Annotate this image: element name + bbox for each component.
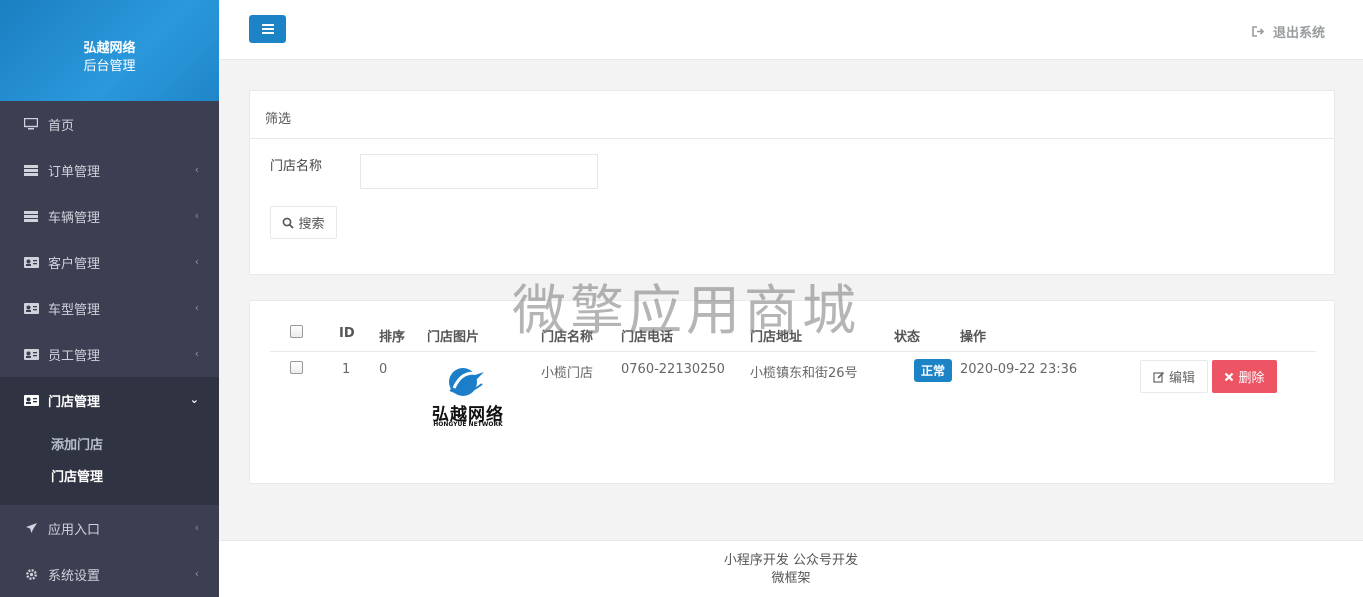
cell-phone: 0760-22130250 [621,362,725,377]
sidebar-item-app-entry[interactable]: 应用入口 ‹ [0,505,219,551]
sidebar: 弘越网络 后台管理 首页 订单管理 ‹ 车辆管理 ‹ 客户管理 ‹ 车型管理 ‹ [0,0,219,597]
hamburger-icon [261,24,274,34]
chevron-left-icon: ‹ [194,301,199,314]
footer-line-1: 小程序开发 公众号开发 [723,553,859,568]
cell-sort: 0 [379,362,388,377]
filter-panel: 筛选 门店名称 搜索 [249,90,1335,275]
edit-button[interactable]: 编辑 [1140,360,1208,393]
chevron-down-icon: ⌄ [189,393,199,406]
sidebar-item-settings[interactable]: 系统设置 ‹ [0,551,219,597]
footer: 小程序开发 公众号开发 微框架 [219,540,1363,597]
id-card-icon [23,256,39,268]
sidebar-item-label: 车型管理 [48,302,101,318]
sidebar-item-label: 客户管理 [48,256,101,272]
brand-header: 弘越网络 后台管理 [0,0,219,101]
sidebar-item-label: 员工管理 [48,348,101,364]
watermark: 微擎应用商城 [512,279,860,342]
store-image: 弘越网络 HONGYUE NETWORK [426,366,508,430]
close-icon [1225,372,1234,381]
server-icon [23,210,39,222]
chevron-left-icon: ‹ [194,347,199,360]
sidebar-item-vehicles[interactable]: 车辆管理 ‹ [0,193,219,239]
cell-address: 小榄镇东和街26号 [750,366,858,381]
menu-toggle-button[interactable] [249,15,286,43]
sidebar-item-label: 首页 [48,118,75,134]
chevron-left-icon: ‹ [194,255,199,268]
sidebar-submenu: 添加门店 门店管理 [0,423,219,505]
store-name-input[interactable] [360,154,598,189]
column-header-image: 门店图片 [427,330,480,345]
chevron-left-icon: ‹ [194,567,199,580]
logout-link[interactable]: 退出系统 [1252,22,1325,41]
edit-icon [1153,371,1165,383]
chevron-left-icon: ‹ [194,521,199,534]
submenu-item-add-store[interactable]: 添加门店 [0,427,219,459]
row-checkbox[interactable] [290,361,303,374]
column-header-id: ID [339,326,355,341]
gear-icon [23,568,39,580]
column-header-sort: 排序 [379,330,406,345]
chevron-left-icon: ‹ [194,209,199,222]
cell-time: 2020-09-22 23:36 [960,362,1078,377]
search-button-label: 搜索 [298,217,325,232]
chevron-left-icon: ‹ [194,163,199,176]
column-header-actions: 操作 [960,330,987,345]
sidebar-item-label: 门店管理 [48,394,101,410]
id-card-icon [23,348,39,360]
sidebar-item-stores[interactable]: 门店管理 ⌄ [0,377,219,423]
table-row: 1 0 弘越网络 HONGYUE NETWORK 小榄门店 0760-22130… [270,352,1316,442]
delete-button[interactable]: 删除 [1212,360,1277,393]
sidebar-item-label: 车辆管理 [48,210,101,226]
top-navbar: 退出系统 [219,0,1363,60]
plane-icon [23,522,39,534]
column-header-status: 状态 [894,330,921,345]
search-icon [283,217,295,229]
sidebar-item-label: 应用入口 [48,522,101,538]
sidebar-item-car-models[interactable]: 车型管理 ‹ [0,285,219,331]
id-card-icon [23,302,39,314]
brand-subtitle: 后台管理 [83,59,136,74]
delete-button-label: 删除 [1238,371,1265,386]
sign-out-icon [1252,26,1265,37]
monitor-icon [23,118,39,130]
sidebar-item-orders[interactable]: 订单管理 ‹ [0,147,219,193]
edit-button-label: 编辑 [1168,371,1195,386]
sidebar-item-customers[interactable]: 客户管理 ‹ [0,239,219,285]
id-card-icon [23,394,39,406]
filter-title: 筛选 [250,91,1334,139]
cell-store-name: 小榄门店 [541,366,594,381]
sidebar-item-label: 订单管理 [48,164,101,180]
logout-label: 退出系统 [1272,26,1325,41]
status-badge: 正常 [914,359,953,382]
sidebar-item-staff[interactable]: 员工管理 ‹ [0,331,219,377]
footer-line-2: 微框架 [771,571,811,586]
store-logo-subtext: HONGYUE NETWORK [433,421,503,428]
search-button[interactable]: 搜索 [270,206,337,239]
submenu-item-store-management[interactable]: 门店管理 [0,459,219,491]
brand-name: 弘越网络 [83,41,136,56]
cell-id: 1 [342,362,351,377]
select-all-checkbox[interactable] [290,325,303,338]
server-icon [23,164,39,176]
store-name-label: 门店名称 [270,159,323,174]
sidebar-item-home[interactable]: 首页 [0,101,219,147]
sidebar-item-label: 系统设置 [48,568,101,584]
